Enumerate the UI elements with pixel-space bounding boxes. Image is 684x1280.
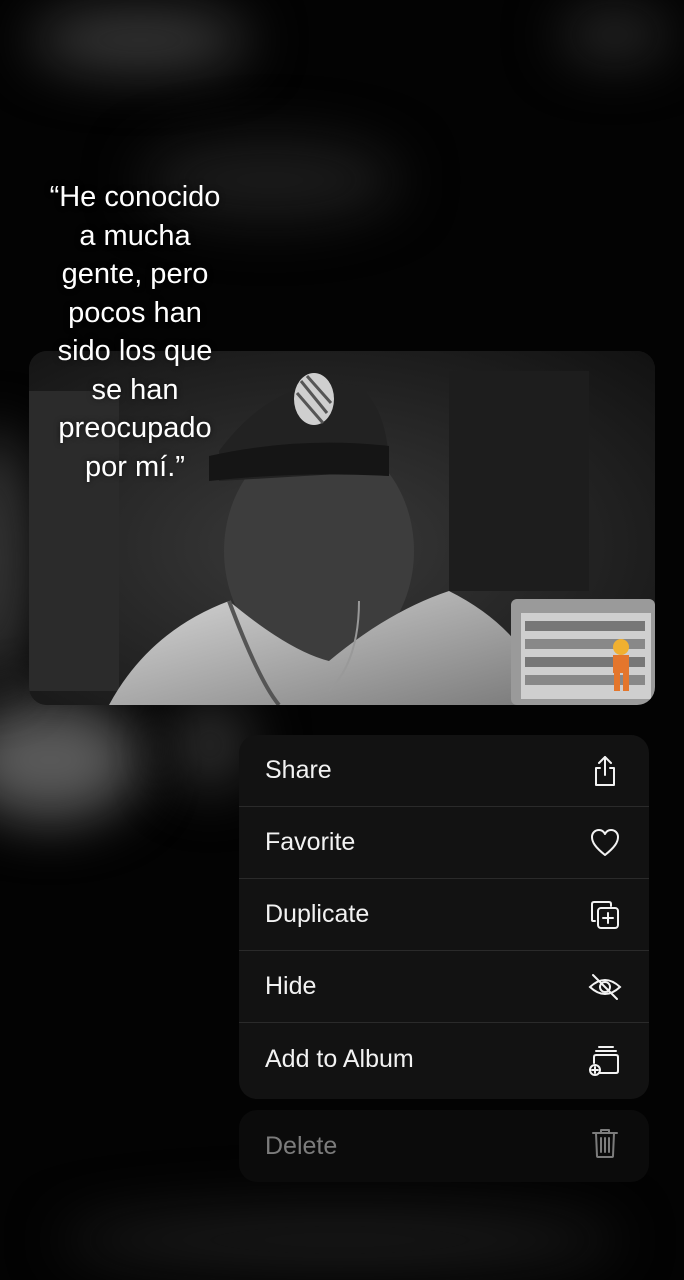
background-blur [60,1210,620,1270]
menu-item-label: Add to Album [265,1044,414,1073]
duplicate-icon [587,897,623,933]
background-blur [0,430,30,690]
screen: “He conocido a mucha gente, pero pocos h… [0,0,684,1280]
background-blur [170,700,250,790]
background-blur [560,10,670,60]
menu-item-label: Hide [265,972,317,1000]
share-icon [587,753,623,789]
menu-item-duplicate[interactable]: Duplicate [239,879,649,951]
heart-icon [587,825,623,861]
menu-item-label: Duplicate [265,900,370,928]
menu-item-label: Favorite [265,828,356,856]
menu-item-delete[interactable]: Delete [239,1110,649,1182]
menu-item-label: Delete [265,1131,338,1160]
background-blur [30,10,250,70]
eye-slash-icon [587,969,623,1005]
menu-item-add-to-album[interactable]: Add to Album [239,1023,649,1095]
menu-item-favorite[interactable]: Favorite [239,807,649,879]
background-blur [0,700,140,820]
menu-item-hide[interactable]: Hide [239,951,649,1023]
menu-item-label: Share [265,756,332,784]
overlay-quote: “He conocido a mucha gente, pero pocos h… [49,181,221,483]
menu-item-share[interactable]: Share [239,735,649,807]
trash-icon [587,1125,623,1168]
add-to-album-icon [587,1041,623,1077]
context-menu: Share Favorite Duplicate Hide Add to Alb… [239,735,649,1099]
